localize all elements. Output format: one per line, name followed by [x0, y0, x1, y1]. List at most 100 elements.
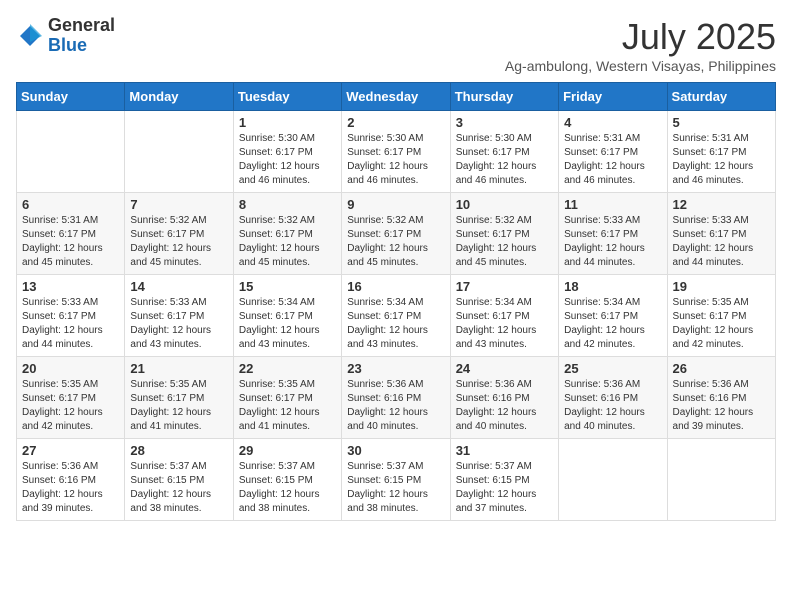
day-info: Sunrise: 5:35 AM Sunset: 6:17 PM Dayligh… — [673, 296, 770, 352]
header: General Blue July 2025 Ag-ambulong, West… — [16, 16, 776, 74]
day-number: 2 — [347, 115, 444, 130]
day-number: 6 — [22, 197, 119, 212]
day-info: Sunrise: 5:37 AM Sunset: 6:15 PM Dayligh… — [239, 460, 336, 516]
week-row-1: 6 Sunrise: 5:31 AM Sunset: 6:17 PM Daylig… — [17, 193, 776, 275]
day-cell: 24Sunrise: 5:36 AM Sunset: 6:16 PM Dayli… — [450, 357, 558, 439]
day-info: Sunrise: 5:36 AM Sunset: 6:16 PM Dayligh… — [564, 378, 661, 434]
day-info: Sunrise: 5:34 AM Sunset: 6:17 PM Dayligh… — [347, 296, 444, 352]
day-cell: 17Sunrise: 5:34 AM Sunset: 6:17 PM Dayli… — [450, 275, 558, 357]
day-number: 4 — [564, 115, 661, 130]
day-cell: 13 Sunrise: 5:33 AM Sunset: 6:17 PM Dayli… — [17, 275, 125, 357]
day-info: Sunrise: 5:33 AM Sunset: 6:17 PM Dayligh… — [22, 296, 119, 352]
day-info: Sunrise: 5:33 AM Sunset: 6:17 PM Dayligh… — [130, 296, 227, 352]
day-cell: 4 Sunrise: 5:31 AM Sunset: 6:17 PM Daylig… — [559, 111, 667, 193]
day-cell: 25 Sunrise: 5:36 AM Sunset: 6:16 PM Dayli… — [559, 357, 667, 439]
week-row-3: 20Sunrise: 5:35 AM Sunset: 6:17 PM Dayli… — [17, 357, 776, 439]
day-number: 29 — [239, 443, 336, 458]
day-cell: 3Sunrise: 5:30 AM Sunset: 6:17 PM Daylig… — [450, 111, 558, 193]
day-cell: 1Sunrise: 5:30 AM Sunset: 6:17 PM Daylig… — [233, 111, 341, 193]
day-cell: 20Sunrise: 5:35 AM Sunset: 6:17 PM Dayli… — [17, 357, 125, 439]
day-cell: 19 Sunrise: 5:35 AM Sunset: 6:17 PM Dayli… — [667, 275, 775, 357]
day-number: 16 — [347, 279, 444, 294]
day-info: Sunrise: 5:35 AM Sunset: 6:17 PM Dayligh… — [130, 378, 227, 434]
day-info: Sunrise: 5:37 AM Sunset: 6:15 PM Dayligh… — [347, 460, 444, 516]
day-number: 21 — [130, 361, 227, 376]
day-info: Sunrise: 5:37 AM Sunset: 6:15 PM Dayligh… — [130, 460, 227, 516]
day-cell: 28 Sunrise: 5:37 AM Sunset: 6:15 PM Dayli… — [125, 439, 233, 521]
day-cell: 5 Sunrise: 5:31 AM Sunset: 6:17 PM Daylig… — [667, 111, 775, 193]
week-row-4: 27 Sunrise: 5:36 AM Sunset: 6:16 PM Dayli… — [17, 439, 776, 521]
day-info: Sunrise: 5:33 AM Sunset: 6:17 PM Dayligh… — [564, 214, 661, 270]
day-number: 10 — [456, 197, 553, 212]
day-info: Sunrise: 5:32 AM Sunset: 6:17 PM Dayligh… — [456, 214, 553, 270]
day-cell: 10 Sunrise: 5:32 AM Sunset: 6:17 PM Dayli… — [450, 193, 558, 275]
day-cell: 16 Sunrise: 5:34 AM Sunset: 6:17 PM Dayli… — [342, 275, 450, 357]
day-info: Sunrise: 5:34 AM Sunset: 6:17 PM Dayligh… — [564, 296, 661, 352]
day-info: Sunrise: 5:34 AM Sunset: 6:17 PM Dayligh… — [239, 296, 336, 352]
day-cell: 22 Sunrise: 5:35 AM Sunset: 6:17 PM Dayli… — [233, 357, 341, 439]
logo-general: General — [48, 15, 115, 35]
day-cell: 18Sunrise: 5:34 AM Sunset: 6:17 PM Dayli… — [559, 275, 667, 357]
day-info: Sunrise: 5:32 AM Sunset: 6:17 PM Dayligh… — [130, 214, 227, 270]
day-cell: 8 Sunrise: 5:32 AM Sunset: 6:17 PM Daylig… — [233, 193, 341, 275]
day-info: Sunrise: 5:36 AM Sunset: 6:16 PM Dayligh… — [22, 460, 119, 516]
weekday-header-tuesday: Tuesday — [233, 83, 341, 111]
day-cell: 27 Sunrise: 5:36 AM Sunset: 6:16 PM Dayli… — [17, 439, 125, 521]
logo-icon — [16, 22, 44, 50]
day-number: 13 — [22, 279, 119, 294]
day-number: 8 — [239, 197, 336, 212]
day-info: Sunrise: 5:31 AM Sunset: 6:17 PM Dayligh… — [564, 132, 661, 188]
day-cell — [125, 111, 233, 193]
location-title: Ag-ambulong, Western Visayas, Philippine… — [505, 58, 776, 74]
day-info: Sunrise: 5:30 AM Sunset: 6:17 PM Dayligh… — [347, 132, 444, 188]
day-cell: 9Sunrise: 5:32 AM Sunset: 6:17 PM Daylig… — [342, 193, 450, 275]
calendar-table: SundayMondayTuesdayWednesdayThursdayFrid… — [16, 82, 776, 521]
day-number: 26 — [673, 361, 770, 376]
day-info: Sunrise: 5:31 AM Sunset: 6:17 PM Dayligh… — [673, 132, 770, 188]
day-number: 5 — [673, 115, 770, 130]
day-info: Sunrise: 5:36 AM Sunset: 6:16 PM Dayligh… — [347, 378, 444, 434]
day-cell: 30 Sunrise: 5:37 AM Sunset: 6:15 PM Dayli… — [342, 439, 450, 521]
day-info: Sunrise: 5:30 AM Sunset: 6:17 PM Dayligh… — [456, 132, 553, 188]
day-cell: 15Sunrise: 5:34 AM Sunset: 6:17 PM Dayli… — [233, 275, 341, 357]
day-cell: 7 Sunrise: 5:32 AM Sunset: 6:17 PM Daylig… — [125, 193, 233, 275]
month-title: July 2025 — [505, 16, 776, 58]
day-number: 30 — [347, 443, 444, 458]
day-info: Sunrise: 5:33 AM Sunset: 6:17 PM Dayligh… — [673, 214, 770, 270]
weekday-header-friday: Friday — [559, 83, 667, 111]
weekday-header-sunday: Sunday — [17, 83, 125, 111]
day-cell: 26 Sunrise: 5:36 AM Sunset: 6:16 PM Dayli… — [667, 357, 775, 439]
day-cell: 14Sunrise: 5:33 AM Sunset: 6:17 PM Dayli… — [125, 275, 233, 357]
day-number: 7 — [130, 197, 227, 212]
week-row-2: 13 Sunrise: 5:33 AM Sunset: 6:17 PM Dayli… — [17, 275, 776, 357]
day-number: 11 — [564, 197, 661, 212]
day-cell: 29 Sunrise: 5:37 AM Sunset: 6:15 PM Dayli… — [233, 439, 341, 521]
day-cell — [559, 439, 667, 521]
title-area: July 2025 Ag-ambulong, Western Visayas, … — [505, 16, 776, 74]
day-number: 27 — [22, 443, 119, 458]
weekday-header-monday: Monday — [125, 83, 233, 111]
day-cell — [667, 439, 775, 521]
weekday-header-wednesday: Wednesday — [342, 83, 450, 111]
day-info: Sunrise: 5:31 AM Sunset: 6:17 PM Dayligh… — [22, 214, 119, 270]
day-info: Sunrise: 5:36 AM Sunset: 6:16 PM Dayligh… — [673, 378, 770, 434]
logo-blue: Blue — [48, 35, 87, 55]
day-cell: 11 Sunrise: 5:33 AM Sunset: 6:17 PM Dayli… — [559, 193, 667, 275]
day-number: 25 — [564, 361, 661, 376]
day-cell: 21 Sunrise: 5:35 AM Sunset: 6:17 PM Dayli… — [125, 357, 233, 439]
day-info: Sunrise: 5:32 AM Sunset: 6:17 PM Dayligh… — [347, 214, 444, 270]
day-info: Sunrise: 5:32 AM Sunset: 6:17 PM Dayligh… — [239, 214, 336, 270]
day-info: Sunrise: 5:30 AM Sunset: 6:17 PM Dayligh… — [239, 132, 336, 188]
day-cell: 2 Sunrise: 5:30 AM Sunset: 6:17 PM Daylig… — [342, 111, 450, 193]
day-cell — [17, 111, 125, 193]
day-cell: 31Sunrise: 5:37 AM Sunset: 6:15 PM Dayli… — [450, 439, 558, 521]
weekday-header-row: SundayMondayTuesdayWednesdayThursdayFrid… — [17, 83, 776, 111]
day-info: Sunrise: 5:37 AM Sunset: 6:15 PM Dayligh… — [456, 460, 553, 516]
day-number: 19 — [673, 279, 770, 294]
day-info: Sunrise: 5:34 AM Sunset: 6:17 PM Dayligh… — [456, 296, 553, 352]
day-info: Sunrise: 5:35 AM Sunset: 6:17 PM Dayligh… — [239, 378, 336, 434]
day-number: 12 — [673, 197, 770, 212]
day-number: 23 — [347, 361, 444, 376]
day-number: 22 — [239, 361, 336, 376]
day-number: 28 — [130, 443, 227, 458]
